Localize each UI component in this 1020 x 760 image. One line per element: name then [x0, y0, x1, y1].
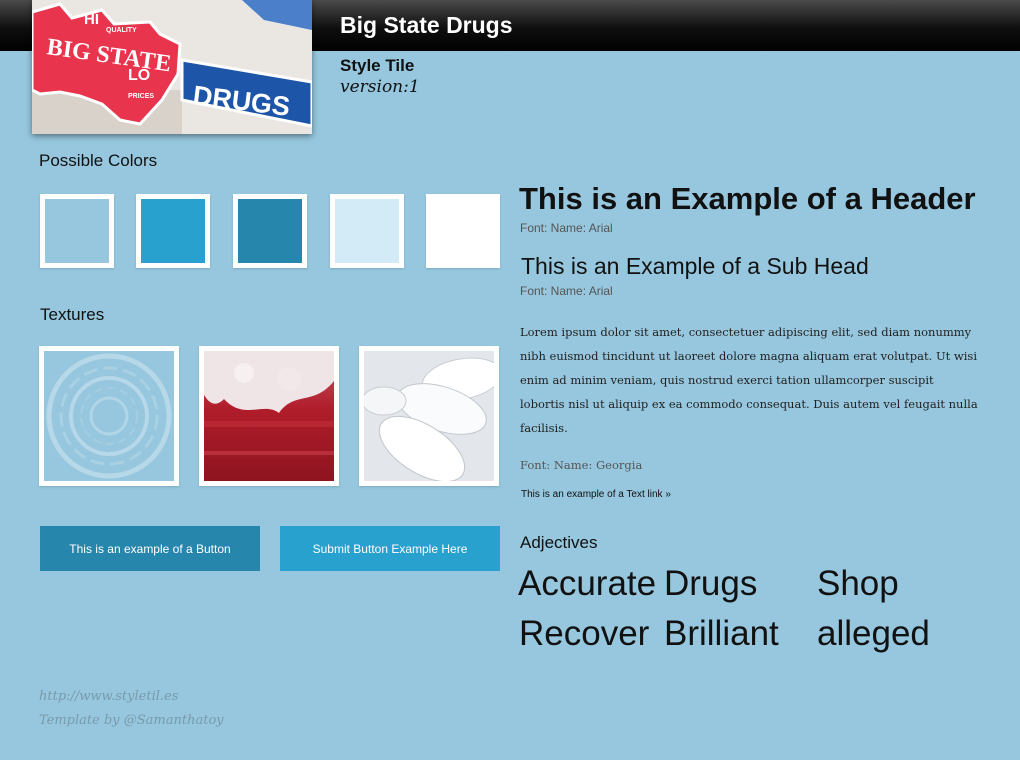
subhead-example: This is an Example of a Sub Head [521, 253, 869, 279]
body-font-note: Font: Name: Georgia [520, 458, 643, 472]
texture-concentric-circles [39, 346, 179, 486]
subhead-font-note: Font: Name: Arial [520, 284, 613, 298]
white-pills-texture [364, 351, 494, 481]
textures-label: Textures [40, 305, 105, 324]
example-button[interactable]: This is an example of a Button [40, 526, 260, 571]
header-example: This is an Example of a Header [519, 181, 976, 216]
style-tile-subtitle: Style Tile [340, 56, 415, 75]
color-swatch-3 [233, 194, 307, 268]
color-swatch-5 [426, 194, 500, 268]
submit-button[interactable]: Submit Button Example Here [280, 526, 500, 571]
color-swatch-fill [238, 199, 302, 263]
adjective-word: Drugs [664, 564, 758, 603]
sign-lo-text: LO [128, 67, 150, 84]
adjective-word: Shop [817, 564, 899, 603]
color-swatch-fill [335, 199, 399, 263]
concentric-circles-texture [44, 351, 174, 481]
color-swatch-1 [40, 194, 114, 268]
color-swatch-fill [431, 199, 495, 263]
sign-hi-text: HI [84, 11, 99, 28]
adjective-word: Brilliant [664, 614, 779, 653]
adjective-word: Recover [519, 614, 650, 653]
color-swatch-2 [136, 194, 210, 268]
adjective-word: alleged [817, 614, 930, 653]
version-label: version:1 [340, 77, 420, 97]
site-title: Big State Drugs [340, 12, 513, 38]
color-swatch-fill [45, 199, 109, 263]
header-font-note: Font: Name: Arial [520, 221, 613, 235]
sign-quality-text: QUALITY [106, 27, 137, 34]
color-swatch-fill [141, 199, 205, 263]
footer-url: http://www.styletil.es [39, 689, 179, 704]
footer-credit: Template by @Samanthatoy [39, 713, 224, 728]
example-text-link[interactable]: This is an example of a Text link » [521, 489, 671, 500]
logo-photo: HI QUALITY BIG STATE LO PRICES DRUGS [32, 0, 312, 134]
color-swatch-4 [330, 194, 404, 268]
adjective-word: Accurate [518, 564, 657, 603]
possible-colors-label: Possible Colors [39, 151, 158, 170]
texture-white-pills [359, 346, 499, 486]
body-copy: Lorem ipsum dolor sit amet, consectetuer… [520, 325, 978, 435]
adjectives-label: Adjectives [520, 533, 598, 552]
sign-prices-text: PRICES [128, 93, 154, 100]
big-state-drugs-sign-image: HI QUALITY BIG STATE LO PRICES DRUGS [32, 0, 312, 134]
red-liquid-texture [204, 351, 334, 481]
texture-red-liquid [199, 346, 339, 486]
